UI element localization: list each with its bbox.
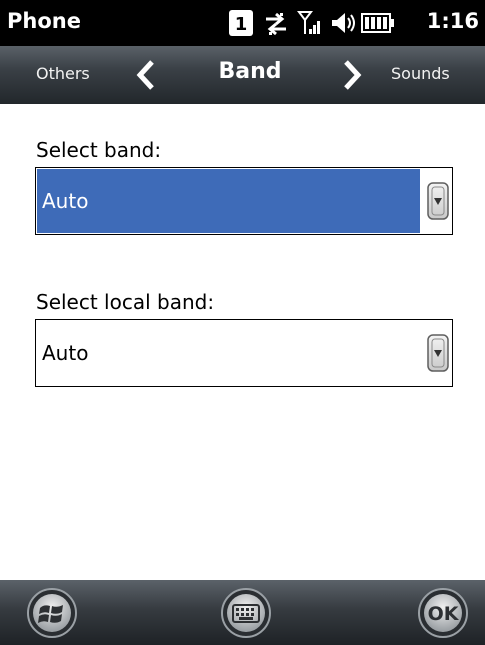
select-band-selection: Auto bbox=[37, 169, 420, 233]
notification-badge-icon[interactable]: 1 bbox=[228, 9, 254, 41]
select-local-band-label: Select local band: bbox=[36, 290, 215, 314]
chevron-left-icon[interactable] bbox=[135, 59, 157, 91]
chevron-right-icon[interactable] bbox=[341, 59, 363, 91]
select-local-band-selection: Auto bbox=[37, 321, 420, 385]
select-local-band-value: Auto bbox=[42, 341, 89, 365]
tab-next-sounds[interactable]: Sounds bbox=[391, 64, 450, 83]
select-local-band-dropdown[interactable]: Auto bbox=[35, 319, 453, 387]
battery-icon[interactable] bbox=[361, 13, 395, 37]
tab-current-band: Band bbox=[218, 59, 282, 84]
status-bar: Phone 1 1:16 bbox=[0, 0, 485, 46]
badge-count: 1 bbox=[235, 14, 248, 35]
dropdown-arrow-icon[interactable] bbox=[427, 334, 449, 372]
settings-tab-bar: Others Band Sounds bbox=[0, 46, 485, 104]
select-band-label: Select band: bbox=[36, 138, 162, 162]
dropdown-arrow-icon[interactable] bbox=[427, 182, 449, 220]
softkey-bar: OK bbox=[0, 580, 485, 645]
app-title: Phone bbox=[7, 9, 81, 33]
clock[interactable]: 1:16 bbox=[427, 9, 479, 33]
speaker-icon[interactable] bbox=[330, 10, 356, 40]
signal-strength-icon[interactable] bbox=[297, 10, 323, 40]
ok-label: OK bbox=[428, 603, 460, 625]
data-sync-icon[interactable] bbox=[263, 11, 289, 41]
ok-button[interactable]: OK bbox=[417, 587, 469, 639]
select-band-dropdown[interactable]: Auto bbox=[35, 167, 453, 235]
phone-screen: Phone 1 1:16 Others Band Sounds Select b… bbox=[0, 0, 485, 645]
windows-start-icon[interactable] bbox=[26, 587, 78, 639]
tab-previous-others[interactable]: Others bbox=[36, 64, 90, 83]
keyboard-icon[interactable] bbox=[220, 587, 272, 639]
select-band-value: Auto bbox=[42, 189, 89, 213]
